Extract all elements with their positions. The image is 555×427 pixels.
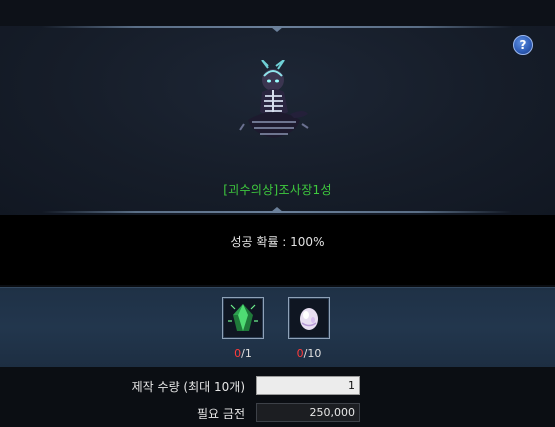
quantity-label: 제작 수량 (최대 10개): [131, 380, 245, 394]
top-divider: [42, 26, 512, 32]
result-band: [0, 215, 555, 285]
material-count-2: 0/10: [296, 347, 322, 360]
bottom-divider: [42, 207, 512, 213]
material-slot-2[interactable]: [288, 297, 330, 339]
material-count-1: 0/1: [234, 347, 252, 360]
material-slot-1[interactable]: [222, 297, 264, 339]
header-strip: [0, 0, 555, 26]
green-crystal-icon: [228, 304, 258, 331]
success-rate-label: 성공 확률 : 100%: [230, 235, 325, 249]
quantity-input[interactable]: [256, 376, 360, 395]
pearl-egg-icon: [300, 308, 318, 330]
materials-panel: [0, 287, 555, 367]
gold-label: 필요 금전: [197, 407, 245, 421]
monster-costume-icon: [238, 59, 310, 150]
item-name: [괴수의상]조사장1성: [223, 183, 332, 197]
help-button[interactable]: ?: [513, 35, 533, 55]
gold-value: 250,000: [256, 403, 360, 422]
